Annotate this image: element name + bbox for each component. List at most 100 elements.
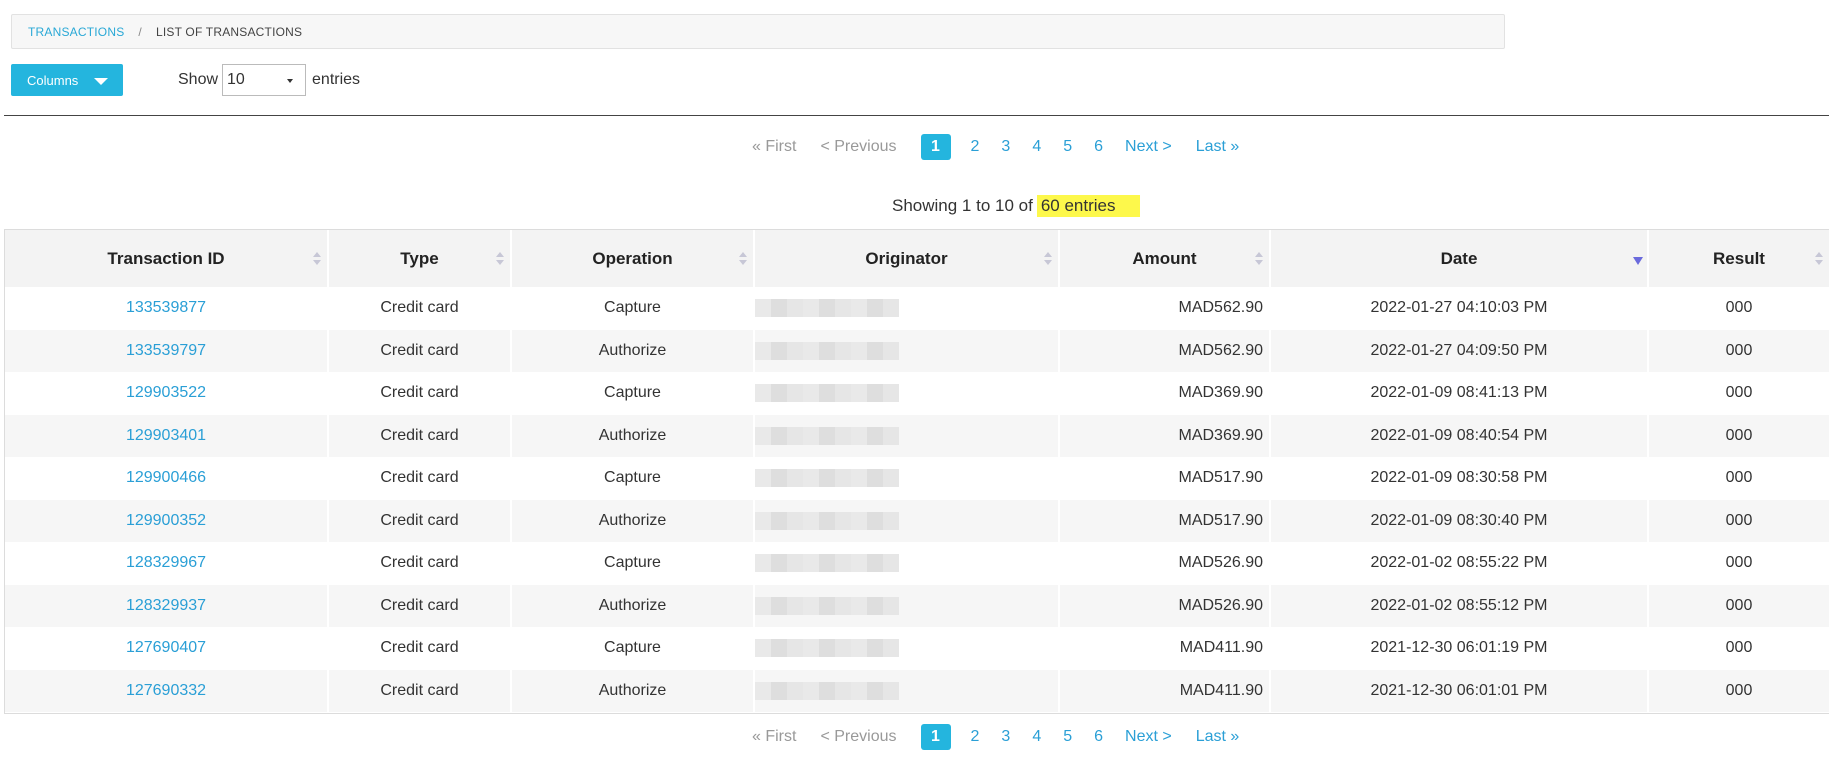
table-header-row: Transaction ID Type Operation Originator…: [5, 230, 1829, 287]
breadcrumb-link-transactions[interactable]: TRANSACTIONS: [28, 25, 124, 39]
columns-button-label: Columns: [27, 72, 79, 88]
column-header-label: Result: [1713, 248, 1765, 268]
dropdown-arrow-icon: [287, 79, 294, 83]
table-row: 129900466 Credit card Capture MAD517.90 2022…: [5, 457, 1829, 500]
cell-date: 2022-01-09 08:41:13 PM: [1270, 372, 1649, 415]
pager-page-2[interactable]: 2: [971, 728, 980, 746]
cell-result: 000: [1648, 287, 1829, 330]
cell-type: Credit card: [328, 372, 512, 415]
cell-date: 2022-01-27 04:10:03 PM: [1270, 287, 1649, 330]
sort-icon: [1044, 252, 1052, 266]
column-header-result[interactable]: Result: [1648, 230, 1829, 287]
pager-page-5[interactable]: 5: [1063, 728, 1072, 746]
cell-originator: [754, 499, 1060, 542]
column-header-label: Amount: [1132, 248, 1197, 268]
cell-type: Credit card: [328, 499, 512, 542]
transactions-page: TRANSACTIONS / LIST OF TRANSACTIONS Colu…: [0, 0, 1829, 768]
cell-date: 2022-01-02 08:55:22 PM: [1270, 542, 1649, 585]
pager-page-3[interactable]: 3: [1001, 728, 1010, 746]
pager-page-1[interactable]: 1: [920, 724, 951, 750]
cell-result: 000: [1648, 499, 1829, 542]
redacted-originator: [755, 469, 899, 488]
cell-result: 000: [1648, 457, 1829, 500]
pager-first[interactable]: « First: [752, 728, 796, 746]
column-header-label: Originator: [865, 248, 948, 268]
pager-page-2[interactable]: 2: [971, 138, 980, 156]
pager-page-4[interactable]: 4: [1032, 138, 1041, 156]
sort-icon: [1255, 252, 1263, 266]
column-header-type[interactable]: Type: [328, 230, 512, 287]
cell-amount: MAD562.90: [1059, 329, 1271, 372]
cell-originator: [754, 372, 1060, 415]
pager-page-3[interactable]: 3: [1001, 138, 1010, 156]
cell-result: 000: [1648, 414, 1829, 457]
column-header-label: Transaction ID: [107, 248, 225, 268]
cell-amount: MAD411.90: [1059, 627, 1271, 670]
transaction-id-link[interactable]: 127690407: [126, 639, 206, 656]
cell-type: Credit card: [328, 584, 512, 627]
cell-operation: Capture: [511, 287, 755, 330]
transaction-id-link[interactable]: 128329967: [126, 554, 206, 571]
transaction-id-link[interactable]: 129900466: [126, 469, 206, 486]
column-header-transaction-id[interactable]: Transaction ID: [5, 230, 329, 287]
cell-operation: Capture: [511, 542, 755, 585]
sort-descending-icon: [1633, 252, 1643, 266]
table-row: 129903522 Credit card Capture MAD369.90 2022…: [5, 372, 1829, 415]
cell-amount: MAD517.90: [1059, 457, 1271, 500]
cell-operation: Authorize: [511, 414, 755, 457]
column-header-label: Operation: [592, 248, 673, 268]
page-size-value: 10: [227, 71, 245, 88]
cell-originator: [754, 542, 1060, 585]
transaction-id-link[interactable]: 128329937: [126, 597, 206, 614]
pager-last[interactable]: Last »: [1196, 728, 1240, 746]
show-entries-control: Show 10 entries: [178, 64, 360, 96]
cell-originator: [754, 457, 1060, 500]
columns-button[interactable]: Columns: [11, 64, 123, 96]
pager-previous[interactable]: < Previous: [820, 138, 896, 156]
redacted-originator: [755, 384, 899, 403]
column-header-operation[interactable]: Operation: [511, 230, 755, 287]
pager-page-4[interactable]: 4: [1032, 728, 1041, 746]
cell-amount: MAD526.90: [1059, 584, 1271, 627]
cell-transaction-id: 129903522: [5, 372, 329, 415]
caret-down-icon: [94, 78, 109, 85]
pager-page-6[interactable]: 6: [1094, 138, 1103, 156]
pager-page-5[interactable]: 5: [1063, 138, 1072, 156]
table-row: 127690407 Credit card Capture MAD411.90 2021…: [5, 627, 1829, 670]
entries-label: entries: [312, 71, 361, 88]
transaction-id-link[interactable]: 129903401: [126, 427, 206, 444]
redacted-originator: [755, 554, 899, 573]
breadcrumb-current: LIST OF TRANSACTIONS: [155, 24, 303, 39]
cell-amount: MAD369.90: [1059, 414, 1271, 457]
transactions-table: Transaction ID Type Operation Originator…: [5, 230, 1829, 712]
pager-page-6[interactable]: 6: [1094, 728, 1103, 746]
pager-first[interactable]: « First: [752, 138, 796, 156]
column-header-originator[interactable]: Originator: [754, 230, 1060, 287]
pager-page-1[interactable]: 1: [920, 134, 951, 160]
cell-result: 000: [1648, 372, 1829, 415]
pager-next[interactable]: Next >: [1125, 138, 1172, 156]
cell-amount: MAD369.90: [1059, 372, 1271, 415]
transaction-id-link[interactable]: 133539877: [126, 299, 206, 316]
cell-transaction-id: 128329937: [5, 584, 329, 627]
toolbar-divider: [4, 115, 1829, 116]
cell-date: 2021-12-30 06:01:01 PM: [1270, 669, 1649, 712]
cell-amount: MAD562.90: [1059, 287, 1271, 330]
sort-icon: [496, 252, 504, 266]
breadcrumb: TRANSACTIONS / LIST OF TRANSACTIONS: [11, 14, 1505, 49]
column-header-date[interactable]: Date: [1270, 230, 1649, 287]
transaction-id-link[interactable]: 129903522: [126, 384, 206, 401]
cell-result: 000: [1648, 669, 1829, 712]
pager-last[interactable]: Last »: [1196, 138, 1240, 156]
table-body: 133539877 Credit card Capture MAD562.90 2022…: [5, 287, 1829, 712]
transaction-id-link[interactable]: 127690332: [126, 682, 206, 699]
transaction-id-link[interactable]: 129900352: [126, 512, 206, 529]
transaction-id-link[interactable]: 133539797: [126, 342, 206, 359]
table-row: 128329967 Credit card Capture MAD526.90 2022…: [5, 542, 1829, 585]
column-header-amount[interactable]: Amount: [1059, 230, 1271, 287]
pager-previous[interactable]: < Previous: [820, 728, 896, 746]
page-size-select[interactable]: 10: [222, 64, 307, 96]
cell-originator: [754, 669, 1060, 712]
cell-result: 000: [1648, 329, 1829, 372]
pager-next[interactable]: Next >: [1125, 728, 1172, 746]
